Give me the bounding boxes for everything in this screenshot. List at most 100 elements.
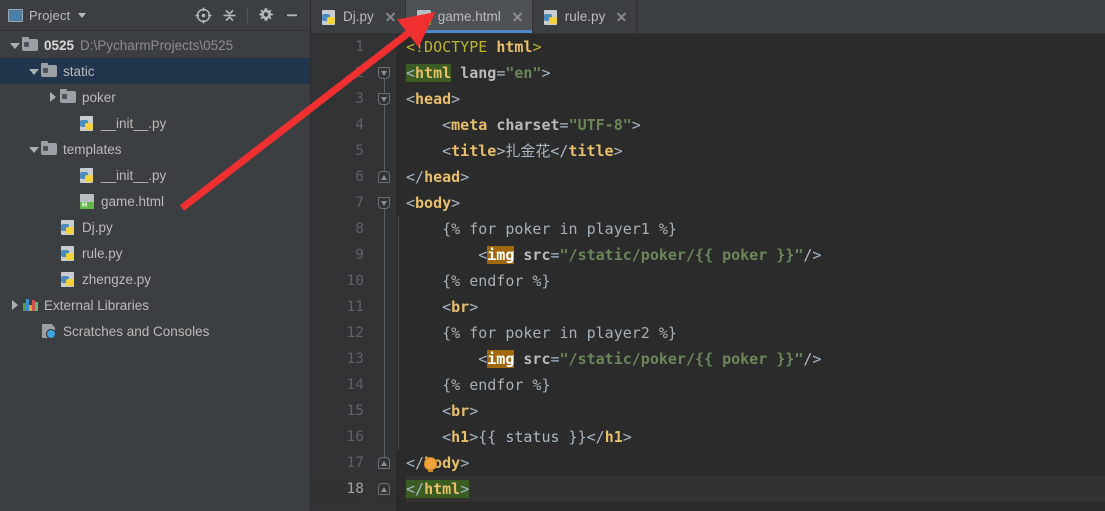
line-number: 7 xyxy=(355,195,364,211)
tree-row-scratches-and-consoles[interactable]: Scratches and Consoles xyxy=(0,318,310,344)
folder-glyph xyxy=(41,140,57,155)
fold-gutter-row[interactable] xyxy=(373,34,396,60)
fold-triangle xyxy=(381,96,387,102)
fold-gutter-row[interactable] xyxy=(373,294,396,320)
code-line[interactable]: <title>扎金花</title> xyxy=(406,138,1105,164)
fold-gutter-row[interactable] xyxy=(373,372,396,398)
editor-tab-rule-py[interactable]: rule.py xyxy=(532,0,638,33)
code-editor[interactable]: 1 2 3 4 5 6 7 8 9 10 11 12 13 14 15 16 17 18 <!DOCTYPE ht… xyxy=(311,34,1105,511)
libs-glyph xyxy=(23,299,38,311)
tree-expander-right-icon[interactable] xyxy=(9,299,22,312)
code-line[interactable]: <h1>{{ status }}</h1> xyxy=(406,424,1105,450)
fold-marker-line-2[interactable] xyxy=(378,67,391,80)
python-glyph xyxy=(61,220,74,235)
code-line[interactable]: <head> xyxy=(406,86,1105,112)
fold-gutter-row[interactable] xyxy=(373,424,396,450)
python-glyph xyxy=(61,246,74,261)
tree-expander-down-icon[interactable] xyxy=(28,65,41,78)
fold-marker-line-18[interactable] xyxy=(378,483,391,496)
tree-row-poker[interactable]: poker xyxy=(0,84,310,110)
code-line[interactable]: <img src="/static/poker/{{ poker }}"/> xyxy=(406,346,1105,372)
project-title-button[interactable]: Project xyxy=(8,8,87,23)
tree-expander-placeholder xyxy=(47,273,60,286)
tree-item-label: poker xyxy=(82,89,116,105)
fold-gutter-row[interactable] xyxy=(373,320,396,346)
fold-triangle xyxy=(381,486,387,492)
tree-row-external-libraries[interactable]: External Libraries xyxy=(0,292,310,318)
fold-triangle xyxy=(381,174,387,180)
code-line[interactable]: <img src="/static/poker/{{ poker }}"/> xyxy=(406,242,1105,268)
tree-row-zhengze-py[interactable]: zhengze.py xyxy=(0,266,310,292)
code-text-area[interactable]: <!DOCTYPE html> <html lang="en"> <head> <m… xyxy=(396,34,1105,511)
editor-pane: Dj.pygame.htmlrule.py 123456789101112131… xyxy=(311,0,1105,511)
close-icon[interactable] xyxy=(511,10,524,23)
folder-glyph xyxy=(22,36,38,51)
code-line[interactable]: {% endfor %} xyxy=(406,268,1105,294)
fold-gutter-row[interactable] xyxy=(373,268,396,294)
tree-row-rule-py[interactable]: rule.py xyxy=(0,240,310,266)
tree-item-label: 0525 xyxy=(44,37,75,53)
fold-gutter-row[interactable] xyxy=(373,398,396,424)
code-line[interactable]: {% for poker in player1 %} xyxy=(406,216,1105,242)
editor-tab-label: Dj.py xyxy=(343,9,374,24)
line-number-gutter: 1 2 3 4 5 6 7 8 9 10 11 12 13 14 15 16 17 18 xyxy=(311,34,373,511)
indent-guide-1 xyxy=(398,216,399,450)
code-line[interactable]: <meta charset="UTF-8"> xyxy=(406,112,1105,138)
code-line[interactable]: </html> xyxy=(406,476,1105,502)
fold-gutter-row[interactable] xyxy=(373,242,396,268)
close-icon[interactable] xyxy=(384,10,397,23)
tree-row--init-py[interactable]: __init__.py xyxy=(0,162,310,188)
python-file-icon xyxy=(79,115,96,131)
code-line[interactable]: </head> xyxy=(406,164,1105,190)
fold-marker-line-7[interactable] xyxy=(378,197,391,210)
tree-expander-placeholder xyxy=(28,325,41,338)
line-number: 1 xyxy=(355,39,364,55)
code-line[interactable]: </body> xyxy=(406,450,1105,476)
code-line[interactable]: {% endfor %} xyxy=(406,372,1105,398)
fold-marker-line-6[interactable] xyxy=(378,171,391,184)
fold-gutter-row[interactable] xyxy=(373,346,396,372)
python-file-icon xyxy=(60,271,77,287)
code-line[interactable]: <html lang="en"> xyxy=(406,60,1105,86)
fold-marker-line-17[interactable] xyxy=(378,457,391,470)
editor-tab-bar: Dj.py game.html rule.py xyxy=(311,0,1105,34)
close-icon[interactable] xyxy=(615,10,628,23)
tree-row--init-py[interactable]: __init__.py xyxy=(0,110,310,136)
tree-expander-placeholder xyxy=(47,247,60,260)
collapse-all-icon[interactable] xyxy=(217,3,241,27)
code-folding-gutter[interactable] xyxy=(373,34,396,511)
fold-triangle xyxy=(381,460,387,466)
tree-row-game-html[interactable]: game.html xyxy=(0,188,310,214)
fold-gutter-row[interactable] xyxy=(373,112,396,138)
chevron-down-icon[interactable] xyxy=(78,12,87,18)
fold-gutter-row[interactable] xyxy=(373,138,396,164)
code-line[interactable]: <body> xyxy=(406,190,1105,216)
tree-expander-down-icon[interactable] xyxy=(28,143,41,156)
tree-row-templates[interactable]: templates xyxy=(0,136,310,162)
line-number: 6 xyxy=(355,169,364,185)
fold-marker-line-3[interactable] xyxy=(378,93,391,106)
intention-bulb-icon[interactable] xyxy=(424,457,437,472)
code-line[interactable]: <br> xyxy=(406,294,1105,320)
fold-connector-2 xyxy=(383,209,385,457)
tree-expander-placeholder xyxy=(66,117,79,130)
editor-tab-game-html[interactable]: game.html xyxy=(405,0,533,33)
editor-tab-dj-py[interactable]: Dj.py xyxy=(311,0,406,33)
code-line[interactable]: <br> xyxy=(406,398,1105,424)
project-toolbar-actions xyxy=(191,3,304,27)
line-number: 4 xyxy=(355,117,364,133)
tree-expander-down-icon[interactable] xyxy=(9,39,22,52)
tree-expander-right-icon[interactable] xyxy=(47,91,60,104)
tree-row-0525[interactable]: 0525 D:\PycharmProjects\0525 xyxy=(0,32,310,58)
fold-gutter-row[interactable] xyxy=(373,216,396,242)
python-glyph xyxy=(61,272,74,287)
tree-expander-placeholder xyxy=(66,169,79,182)
gear-icon[interactable] xyxy=(254,3,278,27)
tree-row-dj-py[interactable]: Dj.py xyxy=(0,214,310,240)
code-line[interactable]: <!DOCTYPE html> xyxy=(406,34,1105,60)
tree-row-static[interactable]: static xyxy=(0,58,310,84)
minimize-icon[interactable] xyxy=(280,3,304,27)
code-line[interactable]: {% for poker in player2 %} xyxy=(406,320,1105,346)
python-file-icon xyxy=(60,245,77,261)
locate-icon[interactable] xyxy=(191,3,215,27)
